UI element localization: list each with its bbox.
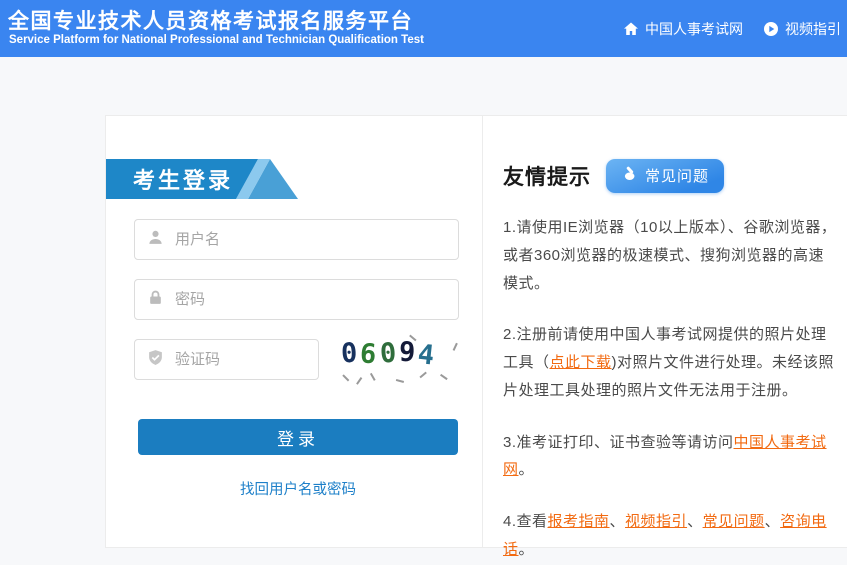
tips-header: 友情提示 常见问题 [503, 159, 837, 193]
tip-text: 、 [765, 513, 781, 530]
login-section: 考生登录 06094 [106, 116, 482, 547]
captcha-digit: 0 [340, 338, 361, 370]
tip-text: 、 [687, 513, 703, 530]
captcha-noise [370, 372, 375, 380]
page: 全国专业技术人员资格考试报名服务平台 Service Platform for … [0, 0, 847, 565]
tips-title: 友情提示 [503, 161, 591, 191]
captcha-noise [453, 343, 458, 351]
tip-item: 4.查看报考指南、视频指引、常见问题、咨询电话。 [503, 508, 837, 564]
tip-link[interactable]: 点此下载 [550, 354, 612, 371]
header-links: 中国人事考试网 视频指引 [623, 0, 841, 57]
captcha-digit: 0 [378, 337, 399, 369]
login-button[interactable]: 登录 [138, 419, 458, 455]
captcha-noise [440, 373, 447, 379]
header-link-label: 中国人事考试网 [645, 19, 743, 39]
captcha-digit: 6 [359, 338, 380, 370]
username-field[interactable] [134, 219, 459, 260]
tip-item: 1.请使用IE浏览器（10以上版本）、谷歌浏览器，或者360浏览器的极速模式、搜… [503, 214, 837, 297]
captcha-image[interactable]: 06094 [339, 336, 463, 384]
captcha-noise [396, 378, 404, 382]
recover-credentials-link[interactable]: 找回用户名或密码 [138, 478, 458, 499]
header-link-cpta-site[interactable]: 中国人事考试网 [623, 19, 743, 39]
play-icon [763, 21, 779, 37]
header-link-label: 视频指引 [785, 19, 841, 39]
password-field[interactable] [134, 279, 459, 320]
tip-link[interactable]: 常见问题 [703, 513, 765, 530]
tip-text: 。 [519, 541, 535, 558]
tip-text: 1.请使用IE浏览器（10以上版本）、谷歌浏览器，或者360浏览器的极速模式、搜… [503, 219, 836, 292]
login-card: 考生登录 06094 [105, 115, 847, 548]
tip-item: 3.准考证打印、证书查验等请访问中国人事考试网。 [503, 429, 837, 485]
user-icon [147, 229, 164, 251]
tips-list: 1.请使用IE浏览器（10以上版本）、谷歌浏览器，或者360浏览器的极速模式、搜… [503, 214, 837, 564]
faq-button[interactable]: 常见问题 [606, 159, 724, 193]
tip-text: 、 [610, 513, 626, 530]
home-icon [623, 21, 639, 37]
username-input[interactable] [175, 231, 446, 248]
password-input[interactable] [175, 291, 446, 308]
site-title: 全国专业技术人员资格考试报名服务平台 [8, 5, 413, 35]
shield-check-icon [147, 349, 164, 371]
captcha-noise [419, 371, 426, 377]
captcha-input[interactable] [175, 351, 306, 368]
tips-section: 友情提示 常见问题 1.请使用IE浏览器（10以上版本）、谷歌浏览器，或者360… [483, 116, 847, 547]
captcha-digits: 06094 [341, 338, 437, 369]
faq-button-label: 常见问题 [645, 165, 709, 186]
pointing-hand-icon [621, 165, 638, 186]
captcha-field[interactable] [134, 339, 319, 380]
tip-link[interactable]: 视频指引 [625, 513, 687, 530]
login-panel-ribbon: 考生登录 [106, 159, 298, 199]
captcha-digit: 9 [398, 337, 418, 369]
captcha-digit: 4 [416, 339, 438, 372]
captcha-noise [343, 374, 350, 381]
tip-text: 3.准考证打印、证书查验等请访问 [503, 434, 734, 451]
tip-text: 。 [519, 461, 535, 478]
tip-link[interactable]: 报考指南 [548, 513, 610, 530]
header-link-video-guide[interactable]: 视频指引 [763, 19, 841, 39]
captcha-noise [356, 377, 362, 384]
header: 全国专业技术人员资格考试报名服务平台 Service Platform for … [0, 0, 847, 57]
tip-item: 2.注册前请使用中国人事考试网提供的照片处理工具（点此下载)对照片文件进行处理。… [503, 321, 837, 404]
tip-text: 4.查看 [503, 513, 548, 530]
site-subtitle: Service Platform for National Profession… [9, 34, 424, 46]
lock-icon [147, 289, 164, 311]
